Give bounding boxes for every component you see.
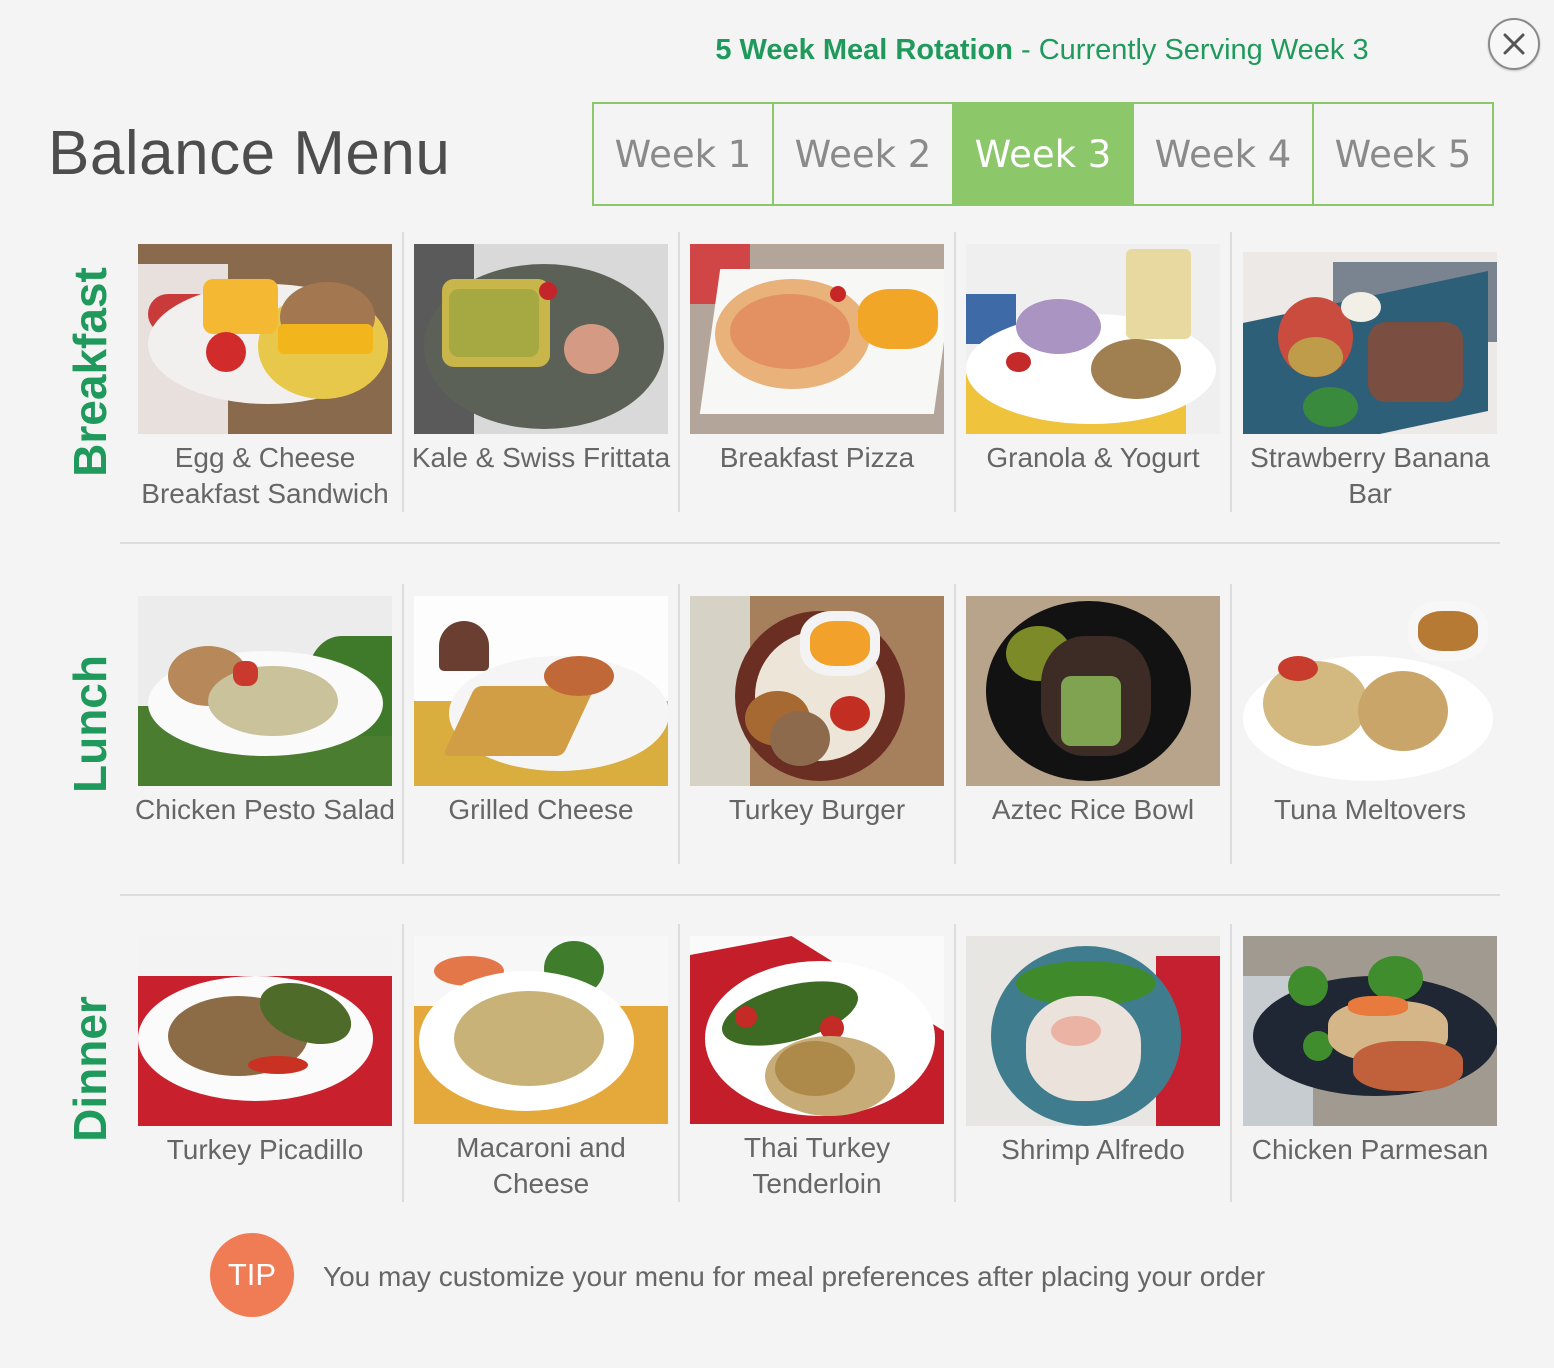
close-button[interactable]: [1488, 18, 1540, 70]
meal-card[interactable]: Strawberry Banana Bar: [1232, 232, 1508, 512]
rotation-title: 5 Week Meal Rotation: [715, 34, 1013, 66]
meal-card[interactable]: Shrimp Alfredo: [956, 924, 1232, 1202]
breakfast-pizza-photo: [690, 244, 944, 434]
tip-badge: TIP: [210, 1233, 294, 1317]
tab-week-2[interactable]: Week 2: [774, 104, 954, 204]
meal-card[interactable]: Kale & Swiss Frittata: [404, 232, 680, 512]
meal-name: Chicken Parmesan: [1251, 1134, 1489, 1165]
egg-cheese-sandwich-photo: [138, 244, 392, 434]
thai-turkey-tenderloin-photo: [690, 936, 944, 1124]
meal-name: Kale & Swiss Frittata: [411, 442, 671, 473]
rotation-heading: 5 Week Meal Rotation - Currently Serving…: [0, 34, 1554, 67]
rotation-status: - Currently Serving Week 3: [1012, 34, 1369, 66]
meal-name: Breakfast Pizza: [719, 442, 915, 473]
breakfast-section: Breakfast Egg & Cheese Breakfast Sandwic…: [60, 232, 1500, 512]
granola-yogurt-photo: [966, 244, 1220, 434]
macaroni-cheese-photo: [414, 936, 668, 1124]
meal-card[interactable]: Breakfast Pizza: [680, 232, 956, 512]
shrimp-alfredo-photo: [966, 936, 1220, 1126]
tab-week-5[interactable]: Week 5: [1314, 104, 1492, 204]
meal-name: Granola & Yogurt: [986, 442, 1200, 473]
chicken-parmesan-photo: [1243, 936, 1497, 1126]
breakfast-row: Egg & Cheese Breakfast Sandwich Kale & S…: [128, 232, 1508, 512]
meal-card[interactable]: Granola & Yogurt: [956, 232, 1232, 512]
kale-frittata-photo: [414, 244, 668, 434]
section-divider: [120, 542, 1500, 544]
meal-name: Tuna Meltovers: [1274, 794, 1466, 825]
tab-week-1[interactable]: Week 1: [594, 104, 774, 204]
meal-name: Shrimp Alfredo: [1001, 1134, 1185, 1165]
aztec-rice-bowl-photo: [966, 596, 1220, 786]
dinner-row: Turkey Picadillo Macaroni and Cheese Tha…: [128, 924, 1508, 1202]
meal-card[interactable]: Egg & Cheese Breakfast Sandwich: [128, 232, 404, 512]
meal-card[interactable]: Tuna Meltovers: [1232, 584, 1508, 864]
meal-card[interactable]: Turkey Picadillo: [128, 924, 404, 1202]
meal-card[interactable]: Turkey Burger: [680, 584, 956, 864]
dinner-label: Dinner: [64, 996, 116, 1142]
week-tabs: Week 1 Week 2 Week 3 Week 4 Week 5: [592, 102, 1494, 206]
meal-name: Turkey Picadillo: [166, 1134, 364, 1165]
meal-name: Chicken Pesto Salad: [135, 794, 395, 825]
meal-name: Grilled Cheese: [448, 794, 634, 825]
meal-card[interactable]: Aztec Rice Bowl: [956, 584, 1232, 864]
meal-card[interactable]: Chicken Pesto Salad: [128, 584, 404, 864]
lunch-row: Chicken Pesto Salad Grilled Cheese Turke…: [128, 584, 1508, 864]
lunch-label: Lunch: [64, 655, 117, 793]
meal-card[interactable]: Chicken Parmesan: [1232, 924, 1508, 1202]
chicken-pesto-salad-photo: [138, 596, 392, 786]
tuna-meltovers-photo: [1243, 596, 1497, 786]
meal-name: Thai Turkey Tenderloin: [743, 1132, 891, 1199]
close-icon: [1503, 33, 1525, 55]
meal-name: Strawberry Banana Bar: [1250, 442, 1490, 509]
meal-card[interactable]: Macaroni and Cheese: [404, 924, 680, 1202]
turkey-burger-photo: [690, 596, 944, 786]
section-divider: [120, 894, 1500, 896]
grilled-cheese-photo: [414, 596, 668, 786]
meal-name: Aztec Rice Bowl: [991, 794, 1195, 825]
meal-name: Turkey Burger: [728, 794, 906, 825]
dinner-section: Dinner Turkey Picadillo Macaroni and Che…: [60, 924, 1500, 1202]
lunch-section: Lunch Chicken Pesto Salad Grilled Cheese: [60, 584, 1500, 864]
meal-name: Egg & Cheese Breakfast Sandwich: [141, 442, 389, 509]
page-title: Balance Menu: [48, 119, 451, 188]
turkey-picadillo-photo: [138, 936, 392, 1126]
meal-card[interactable]: Grilled Cheese: [404, 584, 680, 864]
breakfast-label: Breakfast: [64, 267, 116, 477]
meal-card[interactable]: Thai Turkey Tenderloin: [680, 924, 956, 1202]
tab-week-3[interactable]: Week 3: [954, 104, 1134, 204]
tab-week-4[interactable]: Week 4: [1134, 104, 1314, 204]
tip-text: You may customize your menu for meal pre…: [323, 1261, 1266, 1292]
meal-name: Macaroni and Cheese: [456, 1132, 626, 1199]
strawberry-banana-bar-photo: [1243, 252, 1497, 434]
